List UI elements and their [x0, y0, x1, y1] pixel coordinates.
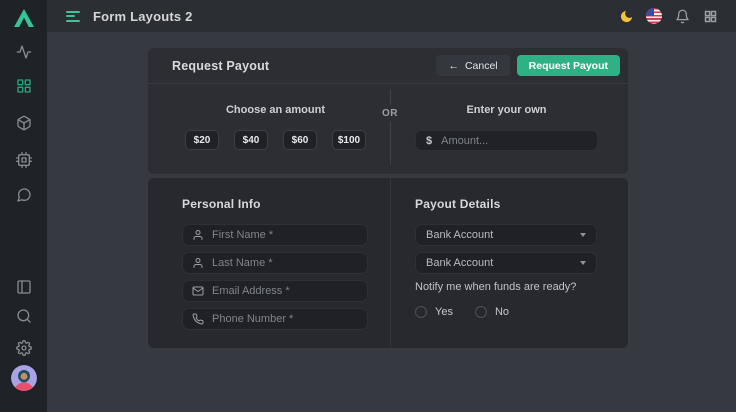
or-label: OR	[381, 105, 399, 122]
preset-20-button[interactable]: $20	[185, 130, 219, 150]
radio-no[interactable]: No	[475, 306, 509, 318]
us-flag-icon[interactable]	[646, 8, 662, 24]
notify-label: Notify me when funds are ready?	[415, 281, 597, 293]
request-payout-card: Request Payout ← Cancel Request Payout C…	[148, 48, 628, 174]
preset-60-button[interactable]: $60	[283, 130, 317, 150]
chevron-down-icon	[580, 261, 586, 265]
phone-input[interactable]	[212, 313, 358, 325]
payout-details-column: Payout Details Bank Account Bank Account…	[390, 178, 628, 348]
amount-section: Choose an amount $20 $40 $60 $100 OR Ent…	[148, 84, 628, 173]
phone-icon	[192, 313, 204, 325]
card-header: Request Payout ← Cancel Request Payout	[148, 48, 628, 84]
email-input[interactable]	[212, 285, 358, 297]
request-payout-button[interactable]: Request Payout	[517, 55, 620, 76]
first-name-input[interactable]	[212, 229, 358, 241]
search-icon[interactable]	[16, 308, 32, 324]
preset-40-button[interactable]: $40	[234, 130, 268, 150]
enter-your-own-label: Enter your own	[415, 104, 598, 116]
personal-info-heading: Personal Info	[182, 197, 368, 211]
back-arrow-icon: ←	[448, 60, 459, 72]
cpu-icon[interactable]	[16, 152, 32, 168]
page-title: Form Layouts 2	[93, 9, 193, 24]
amount-input[interactable]	[441, 135, 587, 147]
vertical-divider	[390, 90, 391, 165]
apps-icon[interactable]	[702, 8, 718, 24]
user-icon	[192, 229, 204, 241]
chat-icon[interactable]	[16, 187, 32, 203]
mail-icon	[192, 285, 204, 297]
details-card: Personal Info Payout Details Bank Accoun…	[148, 178, 628, 348]
card-title: Request Payout	[172, 59, 269, 73]
moon-icon[interactable]	[618, 8, 634, 24]
bank-account-select-2[interactable]: Bank Account	[415, 252, 597, 274]
custom-amount-field[interactable]: $	[415, 130, 598, 151]
radio-yes[interactable]: Yes	[415, 306, 453, 318]
menu-toggle-icon[interactable]	[66, 11, 80, 22]
top-header: Form Layouts 2	[47, 0, 736, 32]
grid-icon[interactable]	[16, 78, 32, 94]
radio-circle-icon[interactable]	[475, 306, 487, 318]
notify-radio-group: Yes No	[415, 306, 597, 318]
chevron-down-icon	[580, 233, 586, 237]
bell-icon[interactable]	[674, 8, 690, 24]
dollar-icon: $	[426, 135, 432, 147]
amount-presets: $20 $40 $60 $100	[185, 130, 366, 150]
first-name-field[interactable]	[182, 224, 368, 246]
preset-100-button[interactable]: $100	[332, 130, 366, 150]
settings-icon[interactable]	[16, 340, 32, 356]
last-name-field[interactable]	[182, 252, 368, 274]
user-icon	[192, 257, 204, 269]
box-icon[interactable]	[16, 115, 32, 131]
payout-details-heading: Payout Details	[415, 197, 597, 211]
email-field[interactable]	[182, 280, 368, 302]
radio-circle-icon[interactable]	[415, 306, 427, 318]
user-avatar[interactable]	[11, 365, 37, 391]
choose-amount-label: Choose an amount	[185, 104, 366, 116]
sidebar	[0, 0, 47, 412]
personal-info-column: Personal Info	[148, 178, 390, 348]
layout-icon[interactable]	[16, 279, 32, 295]
phone-field[interactable]	[182, 308, 368, 330]
last-name-input[interactable]	[212, 257, 358, 269]
cancel-button[interactable]: ← Cancel	[436, 55, 509, 76]
brand-logo-icon[interactable]	[13, 8, 35, 33]
bank-account-select-1[interactable]: Bank Account	[415, 224, 597, 246]
activity-icon[interactable]	[16, 44, 32, 60]
